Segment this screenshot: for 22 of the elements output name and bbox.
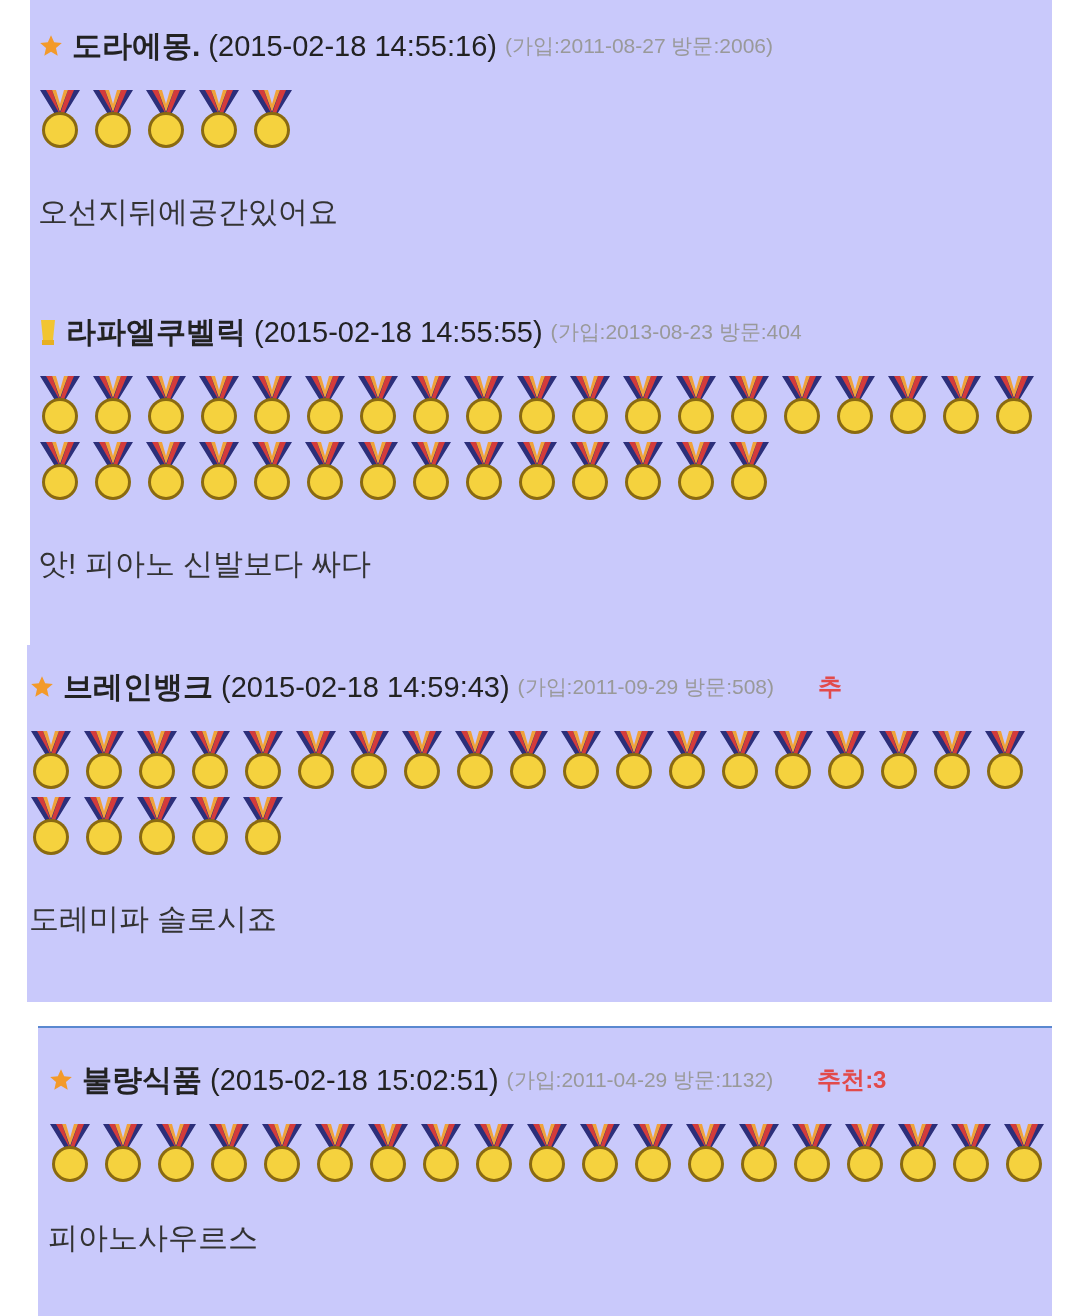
comment-text: 도레미파 솔로시죠 bbox=[29, 901, 279, 937]
comment-text: 오선지뒤에공간있어요 bbox=[38, 194, 339, 230]
comment-text: 앗! 피아노 신발보다 싸다 bbox=[38, 546, 373, 582]
star-icon bbox=[48, 1067, 74, 1093]
recommend-count: 추천:3 bbox=[817, 1065, 887, 1095]
cup-icon bbox=[38, 317, 58, 347]
author-name: 라파엘쿠벨릭 bbox=[66, 313, 246, 350]
member-info: (가입:2011-04-29 방문:1132) bbox=[506, 1067, 774, 1093]
comment-text: 피아노사우르스 bbox=[48, 1220, 259, 1256]
author-name: 불량식품 bbox=[82, 1061, 202, 1098]
member-info: (가입:2011-09-29 방문:508) bbox=[517, 674, 774, 700]
recommend-count: 추 bbox=[818, 672, 842, 702]
post-time: (2015-02-18 14:59:43) bbox=[221, 670, 510, 704]
author-name: 도라에몽. bbox=[72, 27, 201, 64]
star-icon bbox=[38, 33, 64, 59]
author-name: 브레인뱅크 bbox=[63, 668, 213, 705]
star-icon bbox=[29, 674, 55, 700]
member-info: (가입:2011-08-27 방문:2006) bbox=[504, 33, 774, 59]
post-time: (2015-02-18 14:55:55) bbox=[254, 315, 543, 349]
post-time: (2015-02-18 15:02:51) bbox=[210, 1063, 499, 1097]
member-info: (가입:2013-08-23 방문:404 bbox=[550, 319, 802, 345]
post-time: (2015-02-18 14:55:16) bbox=[208, 29, 497, 63]
